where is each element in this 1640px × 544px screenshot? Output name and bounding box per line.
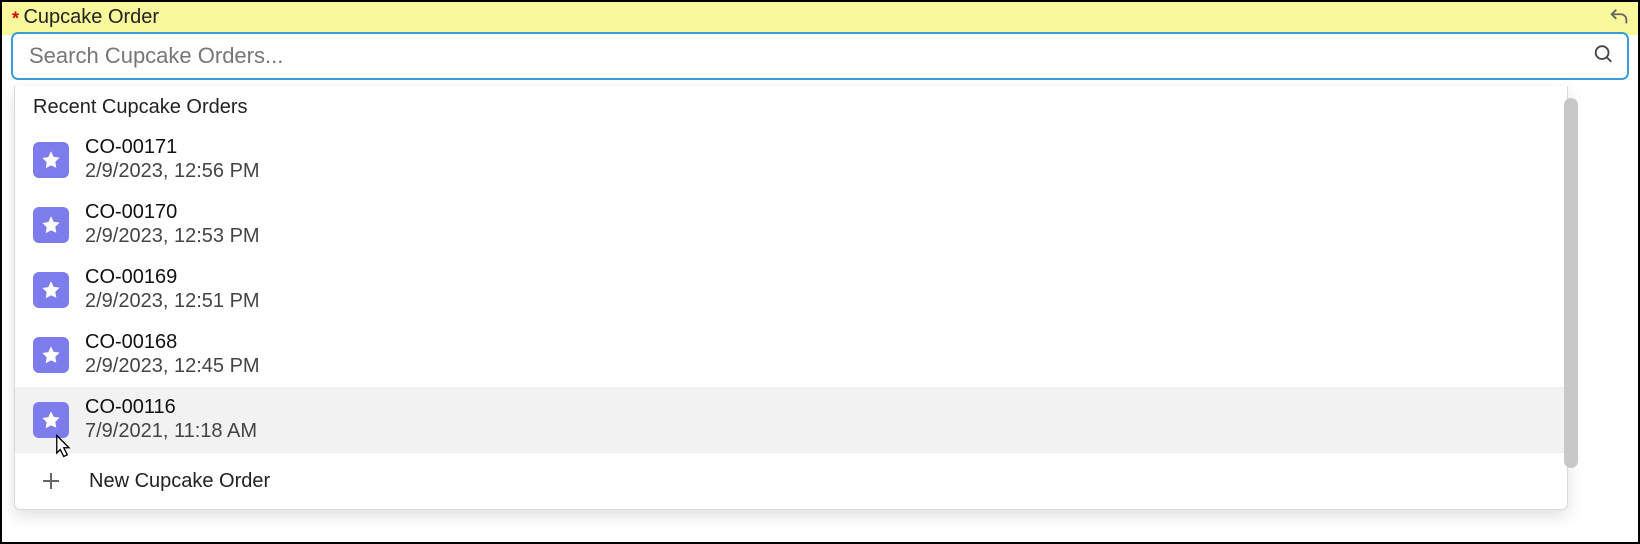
record-name: CO-00170	[85, 200, 260, 224]
search-wrap	[12, 33, 1628, 79]
record-timestamp: 7/9/2021, 11:18 AM	[85, 419, 257, 444]
search-icon[interactable]	[1592, 43, 1614, 70]
record-timestamp: 2/9/2023, 12:45 PM	[85, 354, 260, 379]
star-icon	[33, 272, 69, 308]
list-item-text: CO-001712/9/2023, 12:56 PM	[85, 135, 260, 184]
list-item-text: CO-001167/9/2021, 11:18 AM	[85, 395, 257, 444]
list-item-text: CO-001692/9/2023, 12:51 PM	[85, 265, 260, 314]
dropdown-header: Recent Cupcake Orders	[15, 86, 1567, 127]
list-item[interactable]: CO-001167/9/2021, 11:18 AM	[15, 387, 1567, 452]
new-record-row[interactable]: New Cupcake Order	[15, 452, 1567, 509]
list-item[interactable]: CO-001692/9/2023, 12:51 PM	[15, 257, 1567, 322]
lookup-field-frame: * Cupcake Order Recent Cupcake Orders CO…	[0, 0, 1640, 544]
list-item[interactable]: CO-001682/9/2023, 12:45 PM	[15, 322, 1567, 387]
star-icon	[33, 207, 69, 243]
record-name: CO-00169	[85, 265, 260, 289]
recent-items-list: CO-001712/9/2023, 12:56 PMCO-001702/9/20…	[15, 127, 1567, 452]
list-item[interactable]: CO-001712/9/2023, 12:56 PM	[15, 127, 1567, 192]
record-name: CO-00168	[85, 330, 260, 354]
record-name: CO-00171	[85, 135, 260, 159]
star-icon	[33, 402, 69, 438]
record-timestamp: 2/9/2023, 12:51 PM	[85, 289, 260, 314]
scrollbar-track[interactable]	[1564, 92, 1578, 500]
record-timestamp: 2/9/2023, 12:56 PM	[85, 159, 260, 184]
required-indicator: *	[12, 8, 19, 28]
undo-icon[interactable]	[1608, 6, 1632, 30]
new-record-label: New Cupcake Order	[89, 470, 270, 493]
record-name: CO-00116	[85, 395, 257, 419]
star-icon	[33, 337, 69, 373]
search-input[interactable]	[12, 33, 1628, 79]
scrollbar-thumb[interactable]	[1564, 98, 1578, 468]
lookup-dropdown: Recent Cupcake Orders CO-001712/9/2023, …	[14, 86, 1568, 510]
record-timestamp: 2/9/2023, 12:53 PM	[85, 224, 260, 249]
field-label: Cupcake Order	[23, 6, 159, 28]
star-icon	[33, 142, 69, 178]
field-header: * Cupcake Order	[2, 2, 1638, 35]
plus-icon	[33, 463, 69, 499]
list-item[interactable]: CO-001702/9/2023, 12:53 PM	[15, 192, 1567, 257]
list-item-text: CO-001682/9/2023, 12:45 PM	[85, 330, 260, 379]
list-item-text: CO-001702/9/2023, 12:53 PM	[85, 200, 260, 249]
